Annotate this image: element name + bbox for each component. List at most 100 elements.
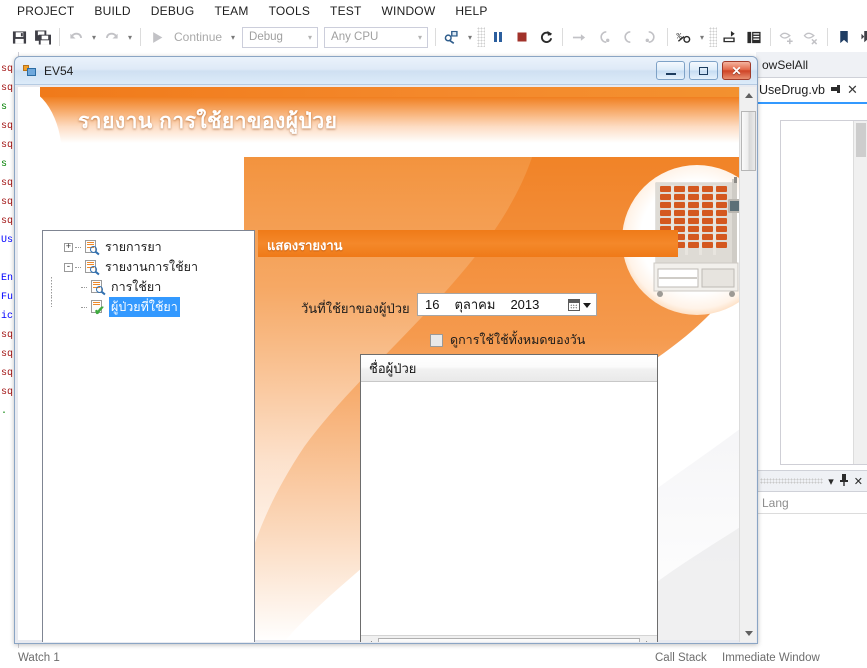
attach-dropdown-icon: ▾ (465, 26, 475, 48)
tree-node-label: รายการยา (103, 237, 164, 257)
close-icon[interactable]: ✕ (847, 82, 858, 98)
solution-platform-select[interactable]: Any CPU ▾ (324, 27, 428, 48)
bookmark-icon[interactable] (833, 26, 855, 48)
toolbar-overflow-grip-2[interactable] (709, 27, 717, 47)
previous-bookmark-icon[interactable] (857, 26, 867, 48)
pause-icon[interactable] (487, 26, 509, 48)
breakpoints-icon[interactable] (743, 26, 765, 48)
tree-expander-plus[interactable]: + (64, 243, 73, 252)
hscroll-track[interactable] (378, 637, 640, 643)
menu-help[interactable]: HELP (446, 2, 496, 20)
tab-call-stack[interactable]: Call Stack (655, 652, 707, 664)
tree-indent (64, 297, 81, 317)
dialog-title: EV54 (44, 64, 73, 78)
stop-icon[interactable] (511, 26, 533, 48)
redo-icon (101, 26, 123, 48)
minimize-button[interactable] (656, 61, 685, 80)
menu-team[interactable]: TEAM (205, 2, 257, 20)
listview-horizontal-scrollbar[interactable] (361, 635, 657, 642)
listview-header[interactable]: ชื่อผู้ป่วย (361, 355, 657, 382)
ev54-form-window: EV54 ✕ (14, 56, 758, 644)
tree-connector (75, 247, 81, 248)
pin-icon[interactable] (830, 83, 842, 98)
tab-usedrug-vb[interactable]: UseDrug.vb (759, 83, 825, 97)
page-title: รายงาน การใช้ยาของผู้ป่วย (78, 105, 337, 138)
toolbar-separator (770, 28, 771, 46)
step-into-icon (592, 26, 614, 48)
tree-connector (81, 307, 87, 308)
form-vertical-scrollbar[interactable] (739, 87, 756, 642)
tool-window-grip[interactable] (760, 478, 823, 484)
attach-process-icon[interactable] (441, 26, 463, 48)
report-page-icon (83, 240, 99, 255)
tab-watch1[interactable]: Watch 1 (18, 652, 60, 664)
chevron-down-icon: ▾ (308, 33, 312, 42)
view-all-day-checkbox[interactable] (430, 334, 443, 347)
date-picker[interactable]: 16 ตุลาคม 2013 (417, 293, 597, 316)
listview-rows[interactable] (361, 382, 657, 634)
editor-vertical-scrollbar[interactable] (853, 121, 867, 464)
undo-icon (65, 26, 87, 48)
language-label: Lang (762, 496, 789, 510)
maximize-button[interactable] (689, 61, 718, 80)
tree-node-usage-report[interactable]: - รายงานการใช้ยา (47, 257, 252, 277)
scrollbar-thumb[interactable] (741, 111, 756, 171)
source-display-icon[interactable] (719, 26, 741, 48)
redo-dropdown-icon: ▾ (125, 26, 135, 48)
continue-button: Continue (170, 30, 226, 44)
view-all-day-label: ดูการใช้ใช้ทั้งหมดของวัน (450, 330, 585, 350)
chevron-down-icon[interactable]: ▾ (828, 475, 834, 488)
tree-indent (47, 257, 64, 277)
scroll-right-icon[interactable] (640, 637, 657, 643)
tree-node-drug-list[interactable]: + รายการยา (47, 237, 252, 257)
menu-test[interactable]: TEST (321, 2, 370, 20)
tree-expander-minus[interactable]: - (64, 263, 73, 272)
hscroll-thumb[interactable] (378, 638, 640, 643)
save-icon[interactable] (8, 26, 30, 48)
tab-show-sel-all[interactable]: owSelAll (756, 54, 814, 77)
tree-connector (81, 287, 87, 288)
ide-toolbar: ▾ ▾ Continue ▾ Debug ▾ Any CPU ▾ ▾ (0, 22, 867, 52)
date-dropdown-button[interactable] (564, 296, 594, 314)
date-day[interactable]: 16 (422, 297, 442, 312)
menu-tools[interactable]: TOOLS (260, 2, 319, 20)
tree-connector (75, 267, 81, 268)
scrollbar-thumb[interactable] (856, 123, 866, 157)
calendar-icon (568, 299, 580, 311)
dialog-title-bar[interactable]: EV54 ✕ (15, 57, 757, 85)
solution-configuration-value: Debug (249, 31, 283, 43)
hexadecimal-display-icon[interactable]: % (673, 26, 695, 48)
editor-tabstrip-background: owSelAll (756, 52, 867, 78)
tab-immediate-window[interactable]: Immediate Window (722, 652, 820, 664)
pin-icon[interactable] (839, 474, 849, 489)
toolbar-overflow-grip[interactable] (477, 27, 485, 47)
menu-window[interactable]: WINDOW (373, 2, 445, 20)
restart-icon[interactable] (535, 26, 557, 48)
view-all-day-checkbox-row[interactable]: ดูการใช้ใช้ทั้งหมดของวัน (430, 330, 585, 350)
save-all-icon[interactable] (32, 26, 54, 48)
solution-configuration-select[interactable]: Debug ▾ (242, 27, 318, 48)
tree-node-patients-using-drug[interactable]: ✔ ผู้ป่วยที่ใช้ยา (47, 297, 252, 317)
tree-node-label: การใช้ยา (109, 277, 163, 297)
menu-project[interactable]: PROJECT (8, 2, 83, 20)
menu-build[interactable]: BUILD (85, 2, 139, 20)
window-buttons: ✕ (656, 61, 751, 80)
tree-indent (47, 297, 64, 317)
delete-watch-icon (800, 26, 822, 48)
close-button[interactable]: ✕ (722, 61, 751, 80)
patient-listview[interactable]: ชื่อผู้ป่วย (360, 354, 658, 642)
date-year[interactable]: 2013 (507, 297, 542, 312)
scroll-up-icon[interactable] (740, 87, 756, 104)
scroll-down-icon[interactable] (740, 625, 756, 642)
scroll-left-icon[interactable] (361, 637, 378, 643)
report-tree[interactable]: + รายการยา - (42, 230, 255, 642)
menu-debug[interactable]: DEBUG (142, 2, 204, 20)
step-out-icon (640, 26, 662, 48)
close-icon[interactable]: ✕ (854, 475, 863, 488)
tree-node-label: รายงานการใช้ยา (103, 257, 200, 277)
tree-node-usage[interactable]: การใช้ยา (47, 277, 252, 297)
date-month[interactable]: ตุลาคม (451, 294, 498, 315)
listview-column-patient-name[interactable]: ชื่อผู้ป่วย (361, 358, 416, 379)
tree-indent (47, 237, 64, 257)
continue-dropdown-icon: ▾ (228, 26, 238, 48)
